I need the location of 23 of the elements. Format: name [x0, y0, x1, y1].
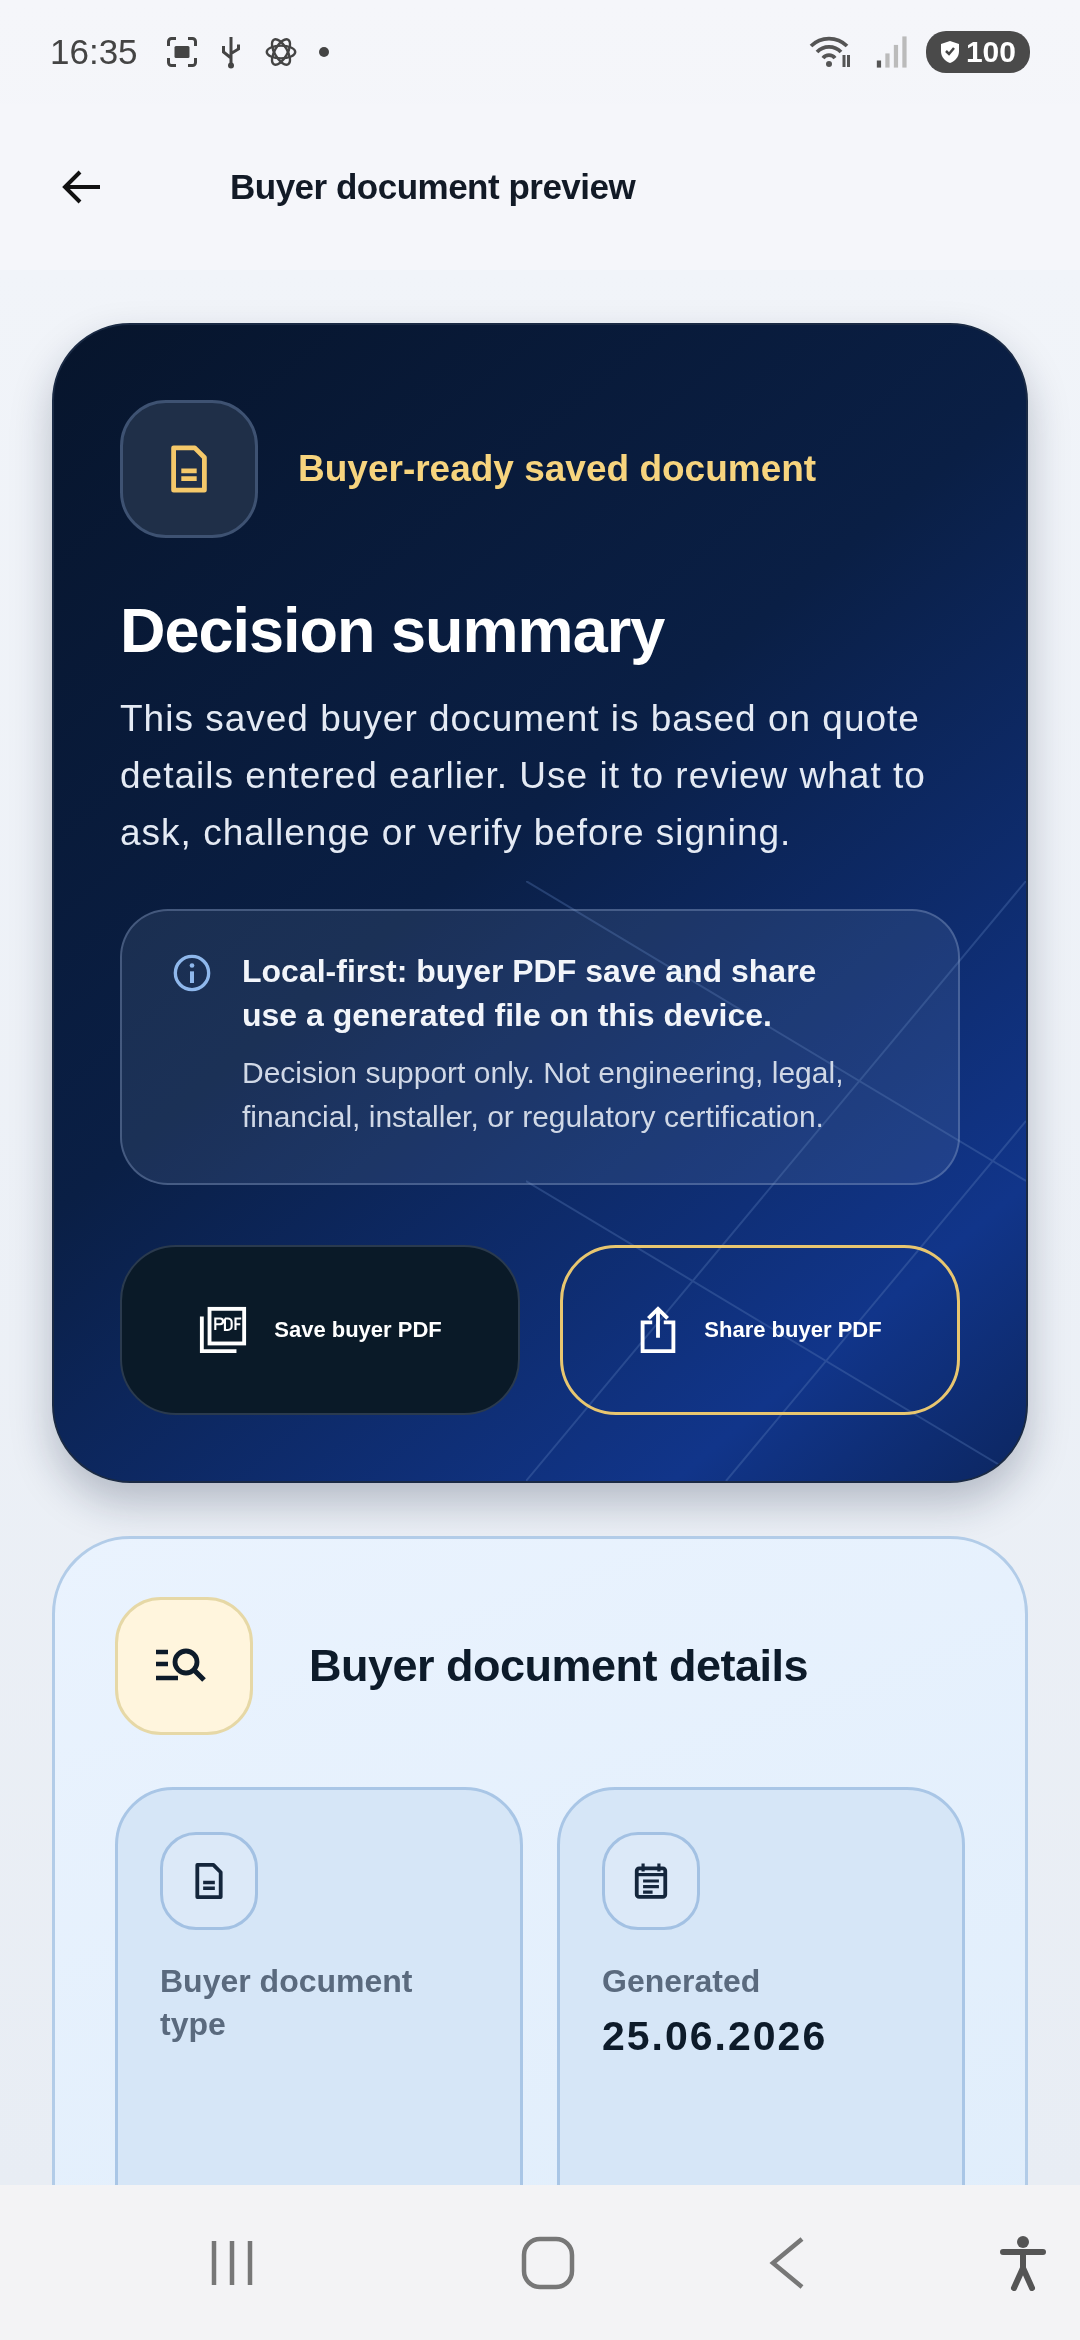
pdf-file-icon: [198, 1305, 249, 1355]
battery-indicator: 100: [925, 31, 1030, 73]
tile-label: Buyer document type: [160, 1962, 414, 2044]
home-icon[interactable]: [520, 2235, 575, 2290]
notice-title: Local-first: buyer PDF save and share use a generated file on this device.: [242, 952, 818, 1035]
save-button[interactable]: Save buyer PDF: [120, 1245, 520, 1415]
dot-icon: [317, 46, 330, 58]
notice-text: Decision support only. Not engineering, legal, financial, installer, or regulatory certification.: [242, 1055, 845, 1135]
share-button[interactable]: Share buyer PDF: [560, 1245, 960, 1415]
card-title: Decision summary: [120, 594, 666, 666]
document-status-label: Buyer-ready saved document: [298, 448, 817, 490]
tile-label: Generated: [602, 1962, 761, 2001]
tile-value: 25.06.2026: [602, 2013, 828, 2060]
back-icon[interactable]: [769, 2235, 806, 2290]
document-icon: [194, 1862, 224, 1900]
status-time: 16:35: [50, 32, 138, 72]
accessibility-icon[interactable]: [999, 2234, 1046, 2291]
section-title: Buyer document details: [309, 1640, 809, 1692]
calendar-icon: [633, 1862, 669, 1900]
document-icon: [169, 444, 209, 494]
info-icon: [172, 953, 212, 993]
screen-title: Buyer document preview: [230, 167, 636, 207]
card-description: This saved buyer document is based on quote details entered earlier. Use it to review what to ask, challenge or verify before signing.: [120, 697, 927, 855]
